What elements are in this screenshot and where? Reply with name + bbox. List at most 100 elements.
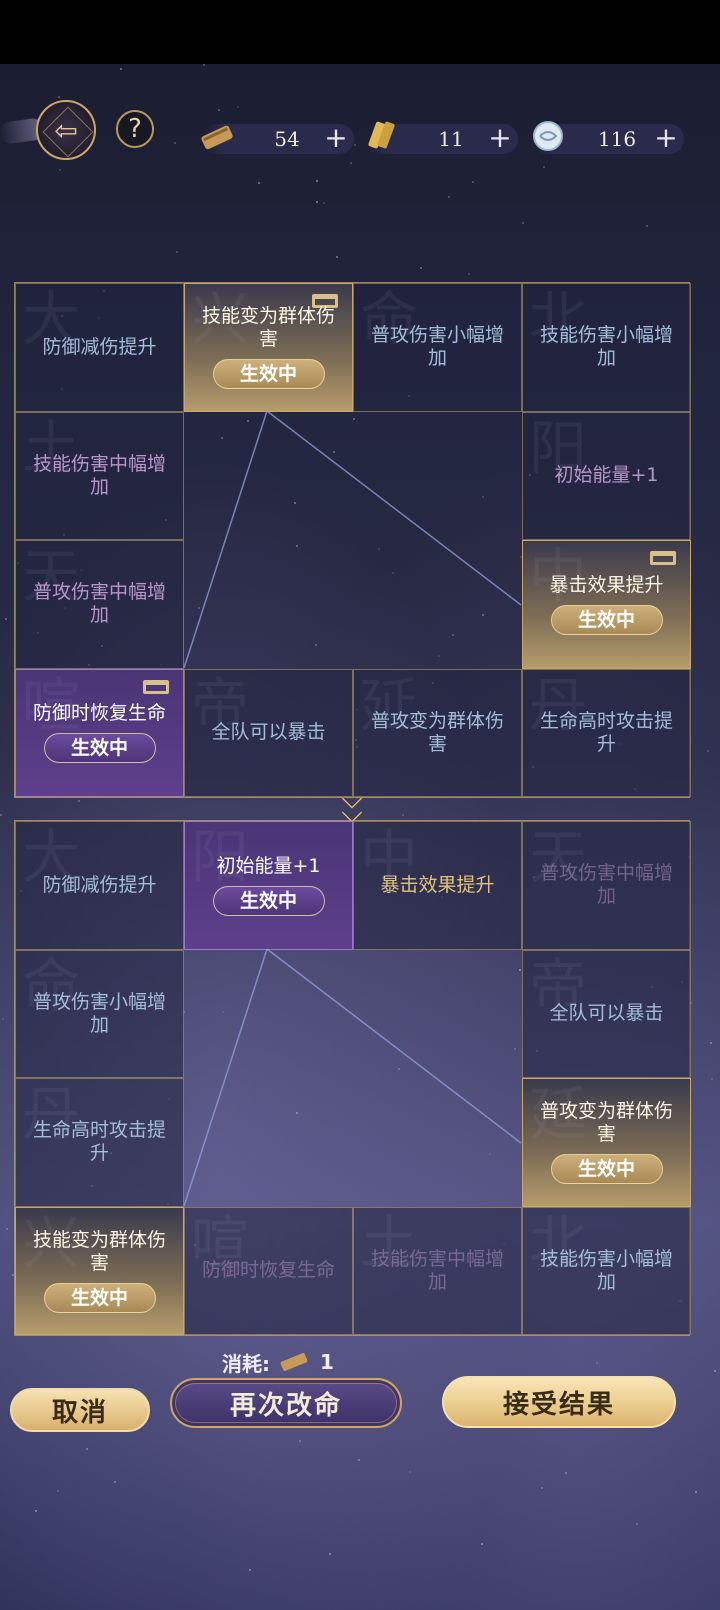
star [114,1481,116,1483]
fate-slot[interactable]: 大防御减伤提升 [15,283,184,412]
board-center [184,1078,353,1207]
star [420,267,422,269]
slot-label: 普攻伤害小幅增加 [370,324,504,370]
fate-slot[interactable]: 北技能伤害小幅增加 [522,283,691,412]
slot-label: 防御减伤提升 [42,335,157,358]
star [596,1362,598,1364]
resource-count: 116 [597,127,637,151]
fate-slot[interactable]: 土技能伤害中幅增加 [353,1206,522,1335]
star [472,181,474,183]
orb-icon [526,116,570,156]
fate-slot[interactable]: 北技能伤害小幅增加 [522,1206,691,1335]
fate-slot[interactable]: 中暴击效果提升 生效中 [522,540,691,669]
board-center [353,1078,522,1207]
slot-label: 普攻伤害中幅增加 [32,581,166,627]
star [316,201,318,203]
star [59,169,61,171]
fate-slot[interactable]: 阳初始能量+1 生效中 [184,821,353,950]
slot-label: 初始能量+1 [554,464,659,487]
fate-slot[interactable]: 丹生命高时攻击提升 [15,1078,184,1207]
slot-label: 普攻伤害小幅增加 [32,990,166,1036]
star [249,1569,251,1571]
fate-slot[interactable]: 兴技能变为群体伤害 生效中 [15,1206,184,1335]
fate-slot[interactable]: 喧防御时恢复生命 [184,1206,353,1335]
star [409,1471,411,1473]
star [218,109,220,111]
resource-orbs: 116 + [532,121,684,154]
back-button[interactable]: ⇦ [36,100,96,160]
reroll-cost: 消耗: 1 [222,1348,362,1376]
fate-slot[interactable]: 土技能伤害中幅增加 [15,411,184,540]
board-center [353,950,522,1079]
slot-label: 技能变为群体伤害 [32,1228,166,1274]
star [565,1472,567,1474]
back-arrow-icon: ⇦ [54,113,78,147]
star [258,182,260,184]
slot-label: 暴击效果提升 [380,873,495,896]
star [0,814,2,816]
active-badge: 生效中 [212,359,325,390]
active-badge: 生效中 [550,1154,663,1185]
slot-label: 防御时恢复生命 [201,1259,335,1282]
reroll-button[interactable]: 再次改命 [170,1378,402,1428]
lock-icon[interactable] [650,551,676,565]
fate-slot[interactable]: 帝全队可以暴击 [184,668,353,797]
talisman-icon [360,116,404,156]
star [711,1078,713,1080]
star [78,800,80,802]
star [714,1370,716,1372]
star [350,162,352,164]
slot-label: 技能伤害中幅增加 [32,452,166,498]
star [707,750,709,752]
star [58,96,60,98]
board-center [184,540,353,669]
star [522,222,524,224]
help-button[interactable]: ? [116,110,154,148]
fate-slot[interactable]: 命普攻伤害小幅增加 [15,949,184,1078]
star [57,1490,59,1492]
add-talismans-button[interactable]: + [488,124,512,154]
fate-slot[interactable]: 喧防御时恢复生命 生效中 [15,668,184,797]
current-fate-board: 大防御减伤提升兴技能变为群体伤害 生效中命普攻伤害小幅增加北技能伤害小幅增加土技能… [14,282,691,798]
fate-slot[interactable]: 命普攻伤害小幅增加 [353,283,522,412]
fate-slot[interactable]: 天普攻伤害中幅增加 [15,540,184,669]
active-badge: 生效中 [550,604,663,635]
slot-label: 技能伤害中幅增加 [370,1247,504,1293]
fate-slot[interactable]: 天普攻伤害中幅增加 [522,821,691,950]
fate-slot[interactable]: 延普攻变为群体伤害 [353,668,522,797]
fate-slot[interactable]: 兴技能变为群体伤害 生效中 [184,283,353,412]
star [2,1018,4,1020]
board-center [184,412,353,541]
slot-label: 技能变为群体伤害 [201,305,335,351]
accept-result-button[interactable]: 接受结果 [442,1376,676,1428]
slot-label: 生命高时攻击提升 [32,1119,166,1165]
cancel-button[interactable]: 取消 [10,1388,150,1432]
fate-slot[interactable]: 延普攻变为群体伤害 生效中 [522,1078,691,1207]
star [695,1491,697,1493]
resource-talismans: 11 + [366,121,518,154]
star [323,202,325,204]
scroll-icon [278,1351,312,1373]
resource-scrolls: 54 + [201,124,354,154]
star [6,1228,8,1230]
active-badge: 生效中 [43,733,156,764]
star [336,256,338,258]
fate-slot[interactable]: 中暴击效果提升 [353,821,522,950]
star [5,618,7,620]
star [402,814,404,816]
star [710,1042,712,1044]
star [174,142,176,144]
fate-slot[interactable]: 大防御减伤提升 [15,821,184,950]
active-badge: 生效中 [212,885,325,916]
lock-icon[interactable] [143,679,169,694]
board-center [184,950,353,1079]
fate-slot[interactable]: 丹生命高时攻击提升 [522,668,691,797]
add-scrolls-button[interactable]: + [324,124,348,154]
add-orbs-button[interactable]: + [654,124,678,154]
fate-slot[interactable]: 阳初始能量+1 [522,411,691,540]
cost-value: 1 [320,1350,334,1374]
star [86,1448,88,1450]
fate-slot[interactable]: 帝全队可以暴击 [522,949,691,1078]
slot-label: 全队可以暴击 [549,1002,664,1025]
star [316,180,318,182]
